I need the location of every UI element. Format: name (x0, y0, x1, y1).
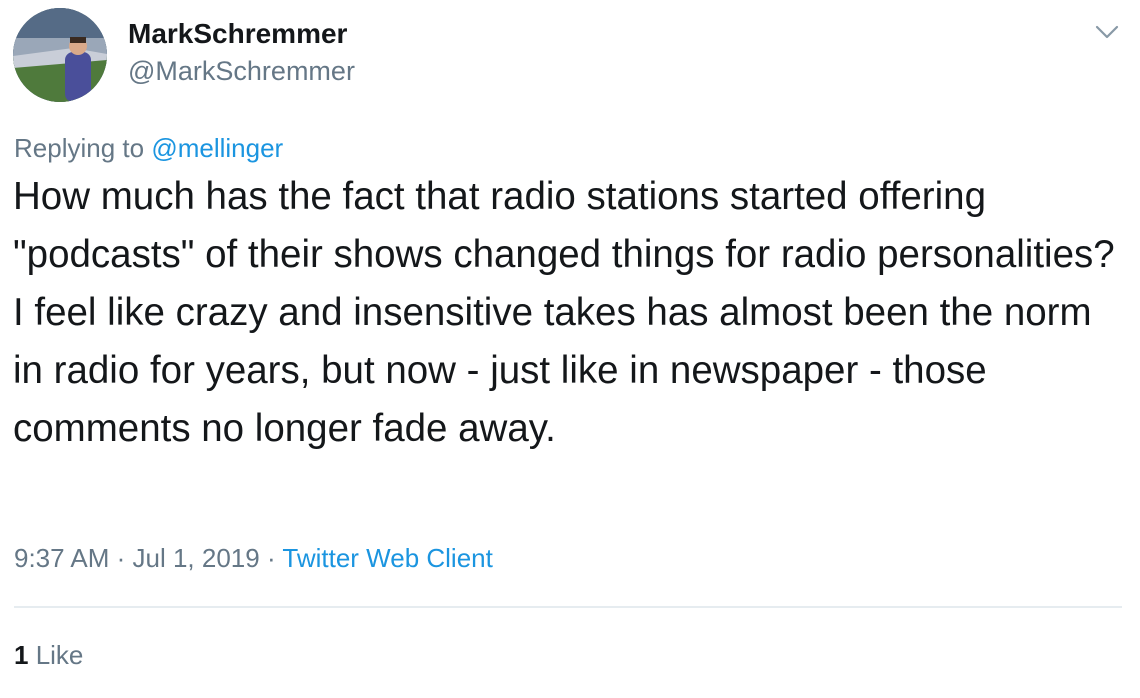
avatar[interactable] (13, 8, 107, 102)
divider (14, 606, 1122, 608)
like-count: 1 (14, 640, 29, 670)
tweet-date[interactable]: Jul 1, 2019 (133, 543, 260, 573)
chevron-down-icon[interactable] (1092, 20, 1122, 44)
like-label: Like (28, 640, 84, 670)
meta-separator: · (109, 543, 133, 573)
tweet-time[interactable]: 9:37 AM (14, 543, 109, 573)
display-name[interactable]: MarkSchremmer (128, 18, 347, 50)
reply-mention-link[interactable]: @mellinger (151, 133, 283, 163)
tweet-client-link[interactable]: Twitter Web Client (282, 543, 492, 573)
tweet-card: MarkSchremmer @MarkSchremmer Replying to… (0, 0, 1140, 698)
meta-separator: · (259, 543, 283, 573)
replying-to-label: Replying to (14, 133, 152, 163)
tweet-meta: 9:37 AM · Jul 1, 2019 · Twitter Web Clie… (14, 543, 493, 574)
avatar-image (13, 8, 107, 102)
likes-stat[interactable]: 1 Like (14, 640, 83, 671)
tweet-text: How much has the fact that radio station… (13, 175, 1115, 450)
user-handle[interactable]: @MarkSchremmer (128, 56, 355, 87)
replying-to: Replying to @mellinger (14, 133, 283, 164)
